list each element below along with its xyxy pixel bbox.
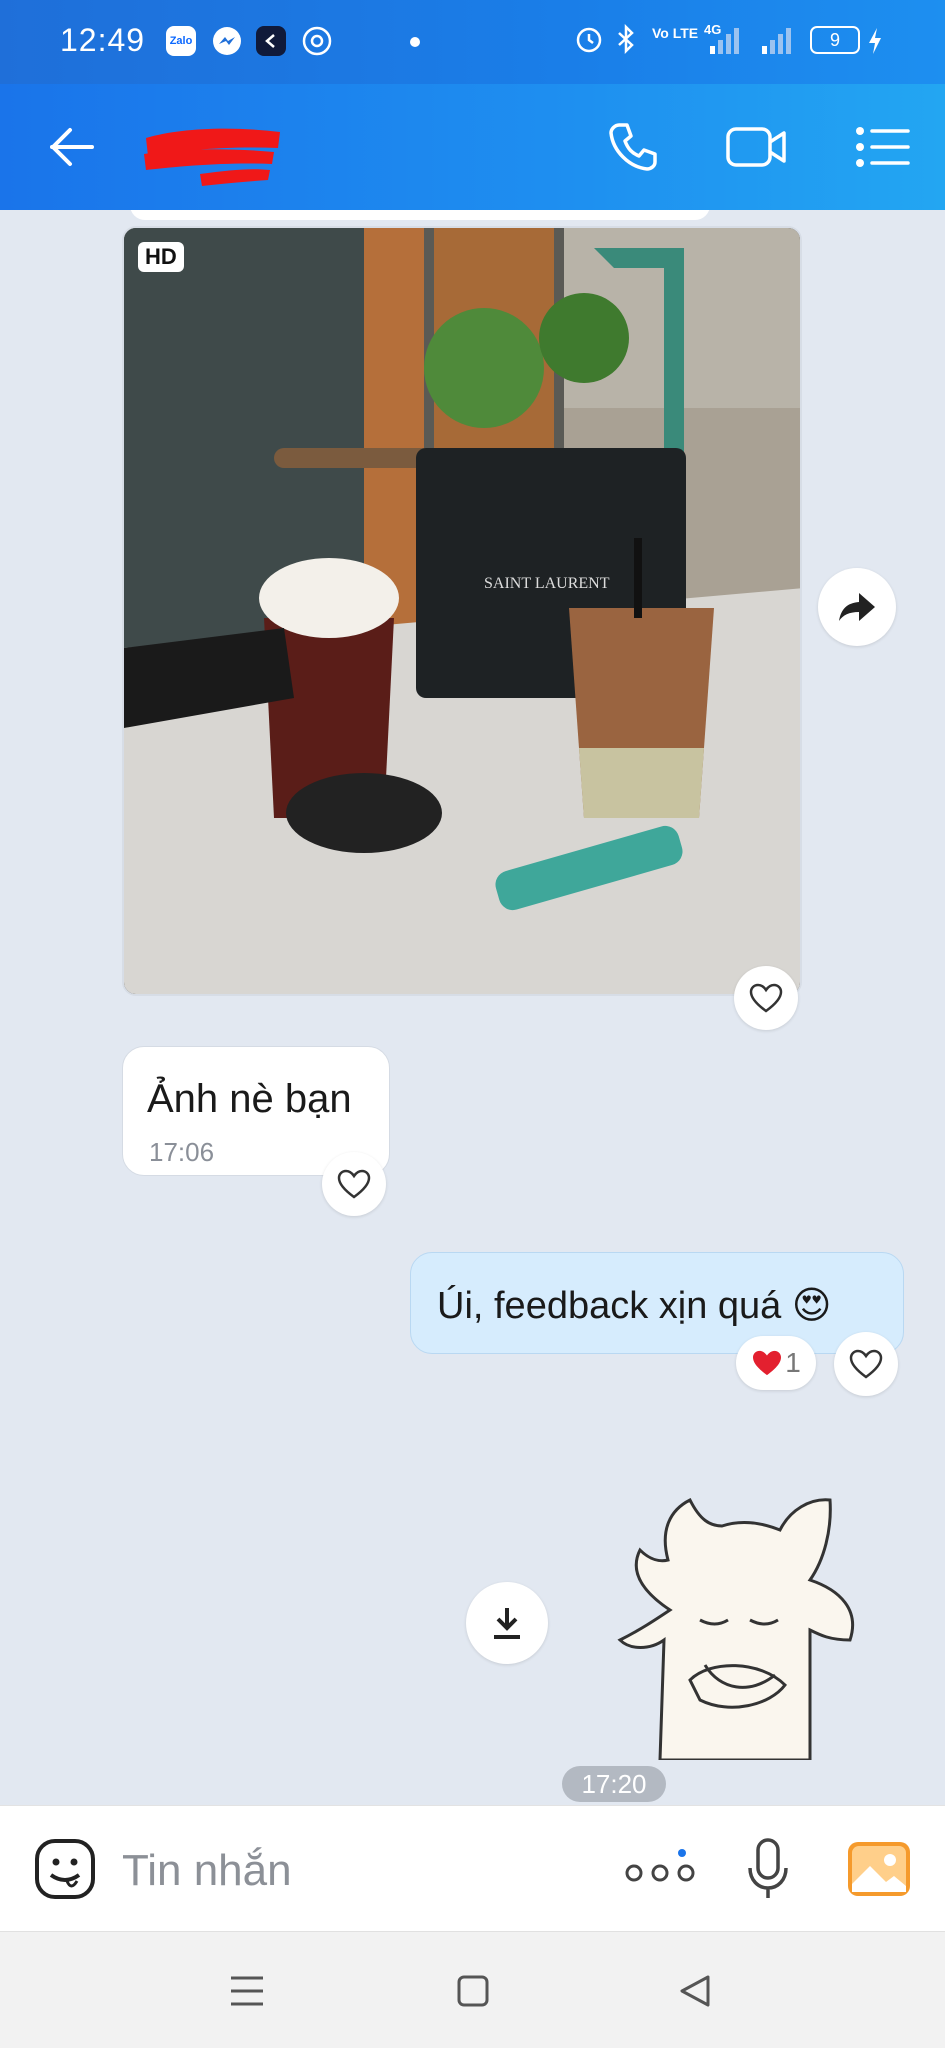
phone-icon xyxy=(609,123,657,171)
bluetooth-icon xyxy=(614,23,638,60)
redaction-mark xyxy=(144,128,280,186)
microphone-icon xyxy=(748,1838,788,1898)
share-arrow-icon xyxy=(839,593,875,621)
contact-name[interactable] xyxy=(140,118,290,186)
sticker-image xyxy=(617,1497,855,1762)
chat-header xyxy=(0,84,945,210)
heart-eyes-emoji: 😍 xyxy=(791,1285,832,1327)
zalo-icon: Zalo xyxy=(166,26,196,56)
gallery-button[interactable] xyxy=(844,1806,914,1932)
app-icon xyxy=(256,26,286,56)
signal-icon xyxy=(758,22,798,64)
photo-image: SAINT LAURENT xyxy=(124,228,800,994)
battery-icon: 9 xyxy=(810,26,860,54)
cat-sticker[interactable] xyxy=(610,1490,870,1762)
hd-badge: HD xyxy=(138,242,184,272)
status-time: 12:49 xyxy=(60,22,146,58)
message-time: 17:06 xyxy=(149,1137,215,1167)
message-input[interactable]: Tin nhắn xyxy=(122,1846,292,1896)
red-heart-icon xyxy=(753,1350,782,1376)
download-icon xyxy=(494,1608,520,1639)
triangle-back-icon xyxy=(680,1975,710,2006)
back-arrow-icon xyxy=(50,128,94,166)
video-call-button[interactable] xyxy=(722,84,792,210)
square-icon xyxy=(457,1975,489,2006)
status-bar: 12:49 Zalo Vo LTE 4G 9 xyxy=(0,0,945,84)
photo-message[interactable]: SAINT LAURENT HD xyxy=(122,226,802,996)
sticker-time: 17:20 xyxy=(562,1766,666,1802)
hamburger-icon xyxy=(231,1976,263,2005)
outgoing-like-button[interactable] xyxy=(834,1332,898,1396)
voice-call-button[interactable] xyxy=(598,84,668,210)
previous-message[interactable] xyxy=(130,210,710,220)
menu-icon xyxy=(856,127,910,167)
back-button[interactable] xyxy=(40,84,104,210)
volte-icon: Vo LTE xyxy=(652,25,699,41)
messenger-icon xyxy=(212,26,242,56)
image-icon xyxy=(848,1842,910,1896)
notification-dot xyxy=(410,37,420,47)
outgoing-message[interactable]: Úi, feedback xịn quá 😍 xyxy=(410,1252,904,1354)
system-nav-bar xyxy=(0,1931,945,2048)
message-like-button[interactable] xyxy=(322,1152,386,1216)
message-text: Úi, feedback xịn quá 😍 xyxy=(437,1285,832,1327)
video-icon xyxy=(726,127,786,167)
heart-icon xyxy=(749,983,783,1013)
back-nav-button[interactable] xyxy=(672,1932,718,2048)
share-button[interactable] xyxy=(818,568,896,646)
svg-text:SAINT LAURENT: SAINT LAURENT xyxy=(484,575,610,592)
home-button[interactable] xyxy=(450,1932,496,2048)
sticker-smiley-icon xyxy=(35,1839,95,1899)
heart-icon xyxy=(849,1349,883,1379)
photo-like-button[interactable] xyxy=(734,966,798,1030)
message-list[interactable]: SAINT LAURENT HD Ảnh nè bạn 17:06 Úi, fe… xyxy=(0,210,945,1805)
download-sticker-button[interactable] xyxy=(466,1582,548,1664)
signal-4g-icon: 4G xyxy=(702,22,742,64)
message-text: Ảnh nè bạn xyxy=(147,1077,352,1121)
message-input-bar: Tin nhắn xyxy=(0,1805,945,1931)
charging-icon xyxy=(866,26,884,62)
more-options-button[interactable] xyxy=(620,1806,700,1932)
voice-message-button[interactable] xyxy=(738,1806,798,1932)
alarm-icon xyxy=(574,24,604,60)
chrome-icon xyxy=(302,26,332,56)
chat-options-button[interactable] xyxy=(850,84,914,210)
recent-apps-button[interactable] xyxy=(222,1932,272,2048)
more-dots-icon xyxy=(625,1849,695,1882)
heart-icon xyxy=(337,1169,371,1199)
reaction-count: 1 xyxy=(785,1347,801,1378)
emoji-button[interactable] xyxy=(30,1806,100,1932)
reaction-summary[interactable]: 1 xyxy=(736,1336,816,1390)
